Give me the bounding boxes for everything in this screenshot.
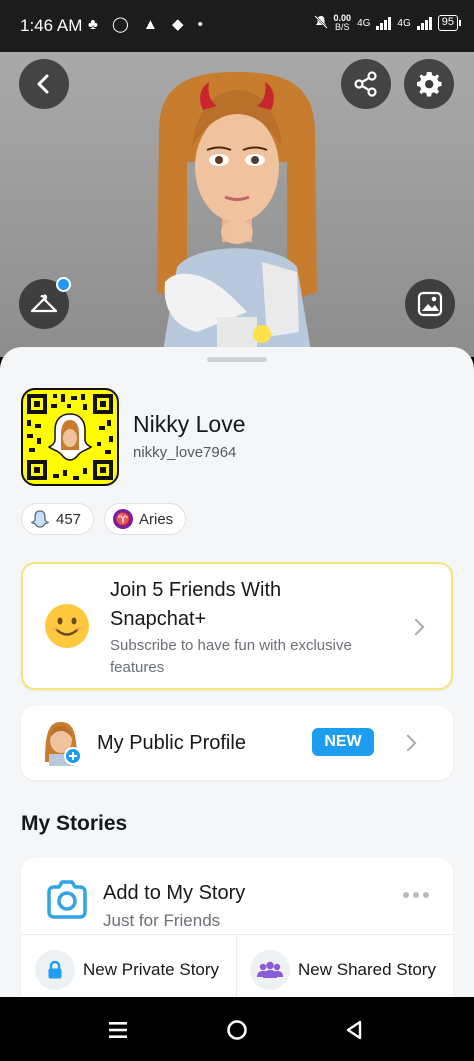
signal-icon bbox=[416, 16, 432, 30]
add-to-story-audience: Just for Friends bbox=[103, 911, 221, 930]
public-profile-label: My Public Profile bbox=[97, 732, 246, 754]
snapscore-value: 457 bbox=[56, 510, 82, 528]
mute-icon bbox=[313, 14, 328, 32]
my-stories-heading: My Stories bbox=[21, 812, 128, 835]
new-private-story-label: New Private Story bbox=[83, 960, 220, 979]
display-name: Nikky Love bbox=[133, 411, 246, 437]
public-profile-card[interactable]: My Public Profile NEW bbox=[21, 706, 453, 780]
snapscore-chip[interactable]: 457 bbox=[21, 503, 95, 535]
background-button[interactable] bbox=[405, 279, 455, 329]
hanger-icon bbox=[30, 293, 58, 313]
status-time: 1:46 AM bbox=[20, 16, 83, 35]
network-speed: 0.00 B/S bbox=[334, 14, 352, 32]
chevron-right-icon bbox=[399, 734, 417, 752]
back-arrow-icon bbox=[37, 74, 49, 94]
status-right: 0.00 B/S 4G 4G 95 bbox=[313, 14, 462, 32]
outfit-button[interactable] bbox=[19, 277, 71, 329]
signal-icon bbox=[376, 16, 392, 30]
add-to-story-row[interactable]: Add to My Story Just for Friends bbox=[21, 858, 453, 934]
add-to-story-label: Add to My Story bbox=[103, 882, 246, 904]
share-button[interactable] bbox=[341, 59, 391, 109]
zodiac-label: Aries bbox=[139, 510, 174, 528]
home-button[interactable] bbox=[224, 1017, 250, 1043]
recent-apps-button[interactable] bbox=[105, 1017, 131, 1043]
notification-dot bbox=[56, 277, 71, 292]
zodiac-chip[interactable]: ♈ Aries bbox=[104, 503, 187, 535]
profile-hero bbox=[0, 52, 474, 357]
snapchat-plus-title: Join 5 Friends With Snapchat+ bbox=[110, 579, 282, 630]
avatar-add-icon bbox=[45, 722, 82, 766]
back-button[interactable] bbox=[19, 59, 69, 109]
notification-icons: ♣ ◯ ▲ ◆ • bbox=[88, 16, 208, 33]
speed-unit: B/S bbox=[335, 22, 350, 32]
drag-handle[interactable] bbox=[207, 357, 267, 362]
bitmoji-avatar bbox=[157, 72, 317, 357]
share-icon bbox=[354, 71, 377, 97]
group-icon bbox=[250, 950, 290, 990]
chevron-right-icon bbox=[407, 618, 425, 636]
snapchat-plus-card[interactable]: Join 5 Friends With Snapchat+ Subscribe … bbox=[21, 562, 453, 690]
battery-icon: 95 bbox=[437, 15, 462, 31]
snapcode[interactable] bbox=[21, 388, 119, 486]
divider bbox=[236, 934, 237, 997]
ghost-icon bbox=[30, 509, 50, 529]
profile-sheet[interactable]: Nikky Love nikky_love7964 457 ♈ Aries Jo… bbox=[0, 347, 474, 997]
network-type-1: 4G bbox=[357, 17, 371, 29]
settings-button[interactable] bbox=[404, 59, 454, 109]
snapchat-plus-subtitle: Subscribe to have fun with exclusive fea… bbox=[110, 637, 352, 676]
home-circle-icon bbox=[227, 1020, 247, 1040]
menu-icon bbox=[109, 1022, 127, 1038]
camera-icon bbox=[47, 880, 87, 919]
divider bbox=[21, 934, 453, 935]
username: nikky_love7964 bbox=[133, 444, 237, 461]
status-bar: 1:46 AM ♣ ◯ ▲ ◆ • 0.00 B/S 4G 4G 95 bbox=[0, 0, 474, 52]
more-options-icon[interactable] bbox=[403, 892, 429, 898]
new-shared-story-button[interactable]: New Shared Story bbox=[250, 946, 436, 994]
smiley-icon bbox=[45, 604, 89, 648]
image-icon bbox=[417, 291, 443, 317]
system-back-button[interactable] bbox=[341, 1017, 367, 1043]
new-badge: NEW bbox=[312, 728, 374, 756]
lock-icon bbox=[35, 950, 75, 990]
new-shared-story-label: New Shared Story bbox=[298, 960, 436, 979]
snapcode-pattern-icon bbox=[27, 394, 113, 480]
back-triangle-icon bbox=[346, 1020, 362, 1040]
my-stories-card: Add to My Story Just for Friends New Pri… bbox=[21, 858, 453, 997]
new-private-story-button[interactable]: New Private Story bbox=[35, 946, 219, 994]
aries-icon: ♈ bbox=[113, 509, 133, 529]
network-type-2: 4G bbox=[397, 17, 411, 29]
gear-icon bbox=[417, 72, 442, 97]
system-nav-bar bbox=[0, 997, 474, 1061]
